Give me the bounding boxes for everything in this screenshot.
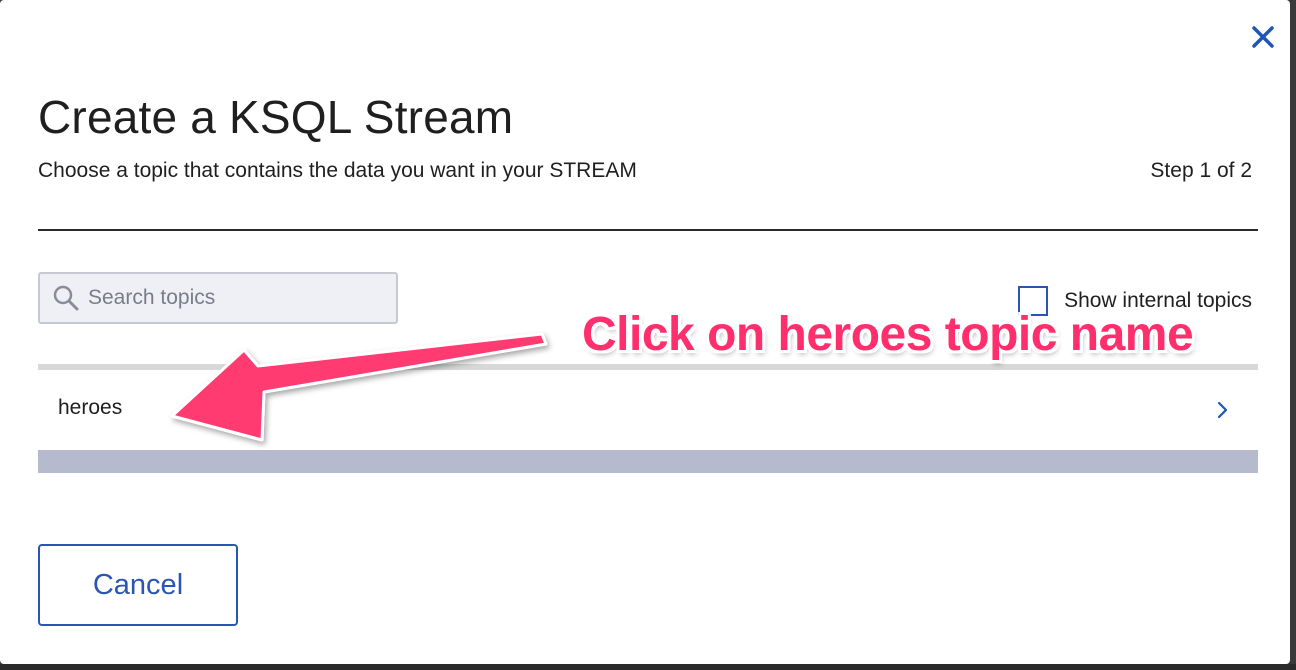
header-divider — [38, 229, 1258, 231]
topic-list-footer-bar — [38, 450, 1258, 473]
topic-name[interactable]: heroes — [58, 396, 122, 420]
backdrop-edge — [0, 664, 1296, 670]
chevron-right-icon[interactable] — [1216, 400, 1230, 420]
modal-subtitle: Choose a topic that contains the data yo… — [38, 159, 637, 182]
close-icon[interactable] — [1248, 22, 1278, 52]
annotation-arrow — [170, 332, 548, 442]
search-box[interactable] — [38, 272, 398, 324]
modal-title: Create a KSQL Stream — [38, 91, 514, 143]
step-indicator: Step 1 of 2 — [1150, 159, 1252, 182]
search-icon — [52, 284, 80, 312]
create-stream-modal: Create a KSQL Stream Choose a topic that… — [0, 0, 1290, 664]
cancel-button[interactable]: Cancel — [38, 544, 238, 626]
close-button[interactable] — [1248, 22, 1278, 52]
annotation-text: Click on heroes topic name — [582, 308, 1194, 361]
search-input[interactable] — [86, 285, 380, 311]
